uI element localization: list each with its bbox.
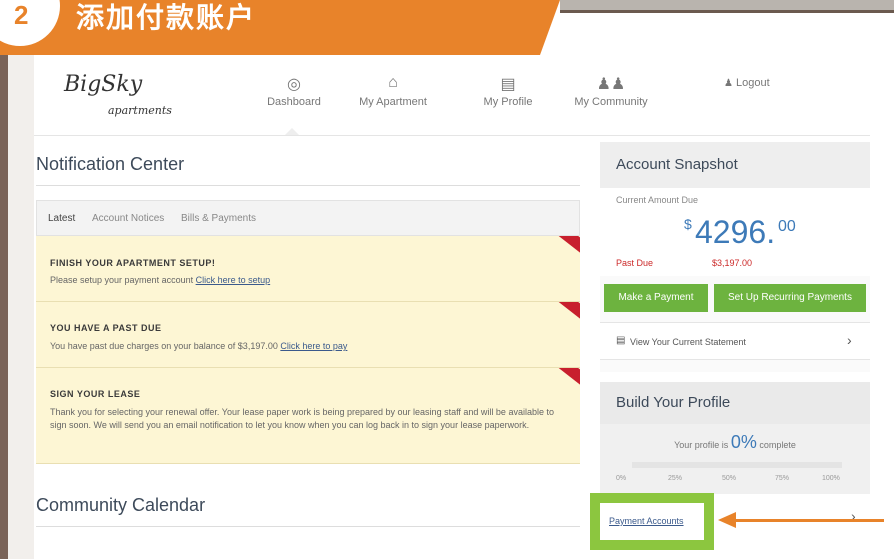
frame-border <box>0 55 8 559</box>
step-number: 2 <box>14 0 29 30</box>
notice-sign-lease: SIGN YOUR LEASE Thank you for selecting … <box>36 368 580 464</box>
notice-title: FINISH YOUR APARTMENT SETUP! <box>50 258 216 268</box>
logo-subtitle: apartments <box>108 104 172 117</box>
profile-progress-bar <box>632 462 842 468</box>
frame-strip <box>8 55 34 559</box>
progress-tick: 0% <box>616 475 627 482</box>
nav-dashboard[interactable]: ◎ Dashboard <box>262 74 326 108</box>
profile-percent: 0% <box>730 432 757 452</box>
top-rule <box>560 0 894 13</box>
nav-label: My Apartment <box>359 96 427 108</box>
pay-link[interactable]: Click here to pay <box>280 341 347 351</box>
annotation-arrow-line <box>734 519 884 522</box>
past-due-value: $3,197.00 <box>712 258 753 268</box>
divider <box>36 526 580 527</box>
payment-accounts-link[interactable]: Payment Accounts <box>609 516 684 526</box>
nav-my-profile[interactable]: ▤ My Profile <box>476 74 540 108</box>
make-payment-button[interactable]: Make a Payment <box>604 284 708 312</box>
compass-icon: ◎ <box>287 76 301 93</box>
tab-bills-payments[interactable]: Bills & Payments <box>181 213 256 224</box>
profile-completion-text: Your profile is 0% complete <box>674 432 796 452</box>
notice-title: SIGN YOUR LEASE <box>50 389 141 399</box>
amount-due-value: 4296. <box>695 214 776 250</box>
ribbon-flag <box>549 236 580 257</box>
logout-label: Logout <box>736 77 770 89</box>
recurring-payments-button[interactable]: Set Up Recurring Payments <box>714 284 866 312</box>
past-due-label: Past Due <box>616 258 654 268</box>
tab-account-notices[interactable]: Account Notices <box>92 213 164 224</box>
logout-link[interactable]: ♟ Logout <box>724 77 784 89</box>
progress-tick: 50% <box>722 475 737 482</box>
ribbon-flag <box>549 302 580 323</box>
amount-due-label: Current Amount Due <box>616 195 699 205</box>
view-statement-label[interactable]: View Your Current Statement <box>630 337 746 347</box>
divider <box>36 185 580 186</box>
notice-past-due: YOU HAVE A PAST DUE You have past due ch… <box>36 302 580 368</box>
progress-tick: 25% <box>668 475 683 482</box>
nav-label: Dashboard <box>267 96 321 108</box>
account-snapshot-title: Account Snapshot <box>616 156 738 173</box>
notice-text: Thank you for selecting your renewal off… <box>50 407 554 430</box>
header-divider <box>34 135 870 136</box>
nav-label: My Community <box>574 96 648 108</box>
people-icon: ♟♟ <box>596 76 626 93</box>
site-header <box>34 55 870 135</box>
ribbon-flag <box>549 368 580 389</box>
progress-tick: 75% <box>775 475 790 482</box>
nav-my-apartment[interactable]: ⌂ My Apartment <box>352 74 434 108</box>
notice-apartment-setup: FINISH YOUR APARTMENT SETUP! Please setu… <box>36 236 580 302</box>
build-profile-title: Build Your Profile <box>616 394 731 411</box>
id-card-icon: ▤ <box>500 76 516 93</box>
house-icon: ⌂ <box>388 74 398 91</box>
notification-center-title: Notification Center <box>36 154 185 174</box>
progress-tick: 100% <box>822 475 840 482</box>
amount-currency: $ <box>684 216 692 232</box>
annotation-arrow-head <box>718 512 736 528</box>
notice-text: Please setup your payment account Click … <box>50 275 271 285</box>
setup-link[interactable]: Click here to setup <box>196 275 271 285</box>
notice-title: YOU HAVE A PAST DUE <box>50 323 162 333</box>
community-calendar-title: Community Calendar <box>36 495 206 515</box>
banner-title: 添加付款账户 <box>76 2 257 33</box>
nav-label: My Profile <box>483 96 533 108</box>
chevron-right-icon[interactable]: › <box>847 332 852 348</box>
people-small-icon: ♟ <box>724 78 733 89</box>
document-icon: ▤ <box>616 335 626 346</box>
logo[interactable]: BigSky <box>64 72 142 97</box>
amount-due-cents: 00 <box>778 218 796 235</box>
nav-my-community[interactable]: ♟♟ My Community <box>568 74 654 108</box>
tab-latest[interactable]: Latest <box>48 213 75 224</box>
notice-text: You have past due charges on your balanc… <box>50 341 348 351</box>
